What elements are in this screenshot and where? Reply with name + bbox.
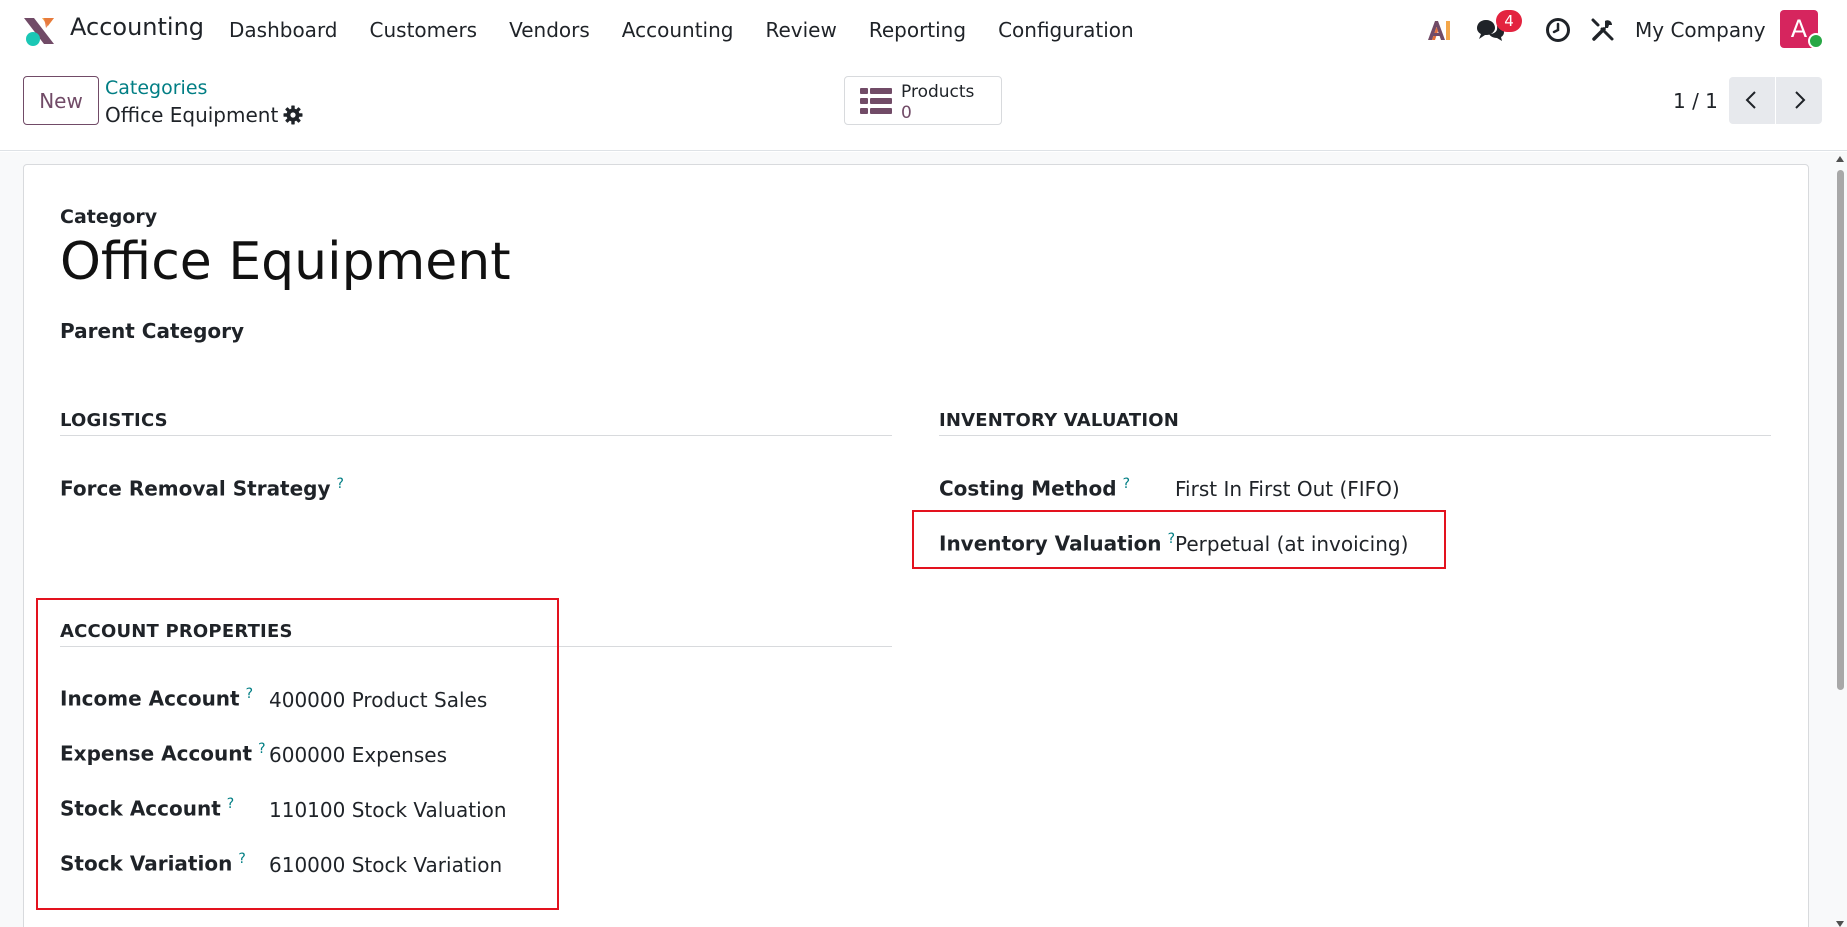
main-menu: Dashboard Customers Vendors Accounting R… xyxy=(229,18,1166,42)
menu-vendors[interactable]: Vendors xyxy=(509,18,590,42)
breadcrumb-current-record: Office Equipment xyxy=(105,103,279,127)
activity-clock-icon[interactable] xyxy=(1545,17,1571,43)
category-label: Category xyxy=(60,206,158,228)
breadcrumb-categories[interactable]: Categories xyxy=(105,77,207,99)
menu-reporting[interactable]: Reporting xyxy=(869,18,966,42)
pager-next-button[interactable] xyxy=(1776,77,1822,124)
menu-review[interactable]: Review xyxy=(765,18,836,42)
debug-tools-icon[interactable] xyxy=(1590,17,1616,43)
gear-icon[interactable] xyxy=(283,105,303,125)
app-name[interactable]: Accounting xyxy=(70,13,204,41)
force-removal-strategy-label: Force Removal Strategy? xyxy=(60,476,344,501)
inventory-valuation-divider xyxy=(939,435,1771,436)
pager-previous-button[interactable] xyxy=(1729,77,1775,124)
scroll-down-arrow[interactable] xyxy=(1836,921,1844,927)
costing-method-text: Costing Method xyxy=(939,476,1117,501)
company-switcher[interactable]: My Company xyxy=(1635,18,1766,42)
menu-dashboard[interactable]: Dashboard xyxy=(229,18,338,42)
scroll-thumb[interactable] xyxy=(1837,170,1844,690)
pager-value[interactable]: 1 / 1 xyxy=(1673,89,1718,113)
menu-accounting[interactable]: Accounting xyxy=(622,18,734,42)
help-icon[interactable]: ? xyxy=(1123,476,1130,492)
products-smart-button[interactable]: Products 0 xyxy=(844,76,1002,125)
smart-button-count: 0 xyxy=(901,103,912,123)
messages-count-badge: 4 xyxy=(1496,10,1522,32)
category-name-field[interactable]: Office Equipment xyxy=(60,232,511,292)
logistics-divider xyxy=(60,435,892,436)
new-button[interactable]: New xyxy=(23,76,99,125)
chevron-right-icon xyxy=(1795,91,1806,109)
menu-configuration[interactable]: Configuration xyxy=(998,18,1134,42)
help-icon[interactable]: ? xyxy=(337,476,344,492)
force-removal-strategy-text: Force Removal Strategy xyxy=(60,476,331,501)
menu-customers[interactable]: Customers xyxy=(370,18,478,42)
chevron-left-icon xyxy=(1745,91,1756,109)
online-status-dot xyxy=(1808,33,1824,49)
smart-button-label: Products xyxy=(901,82,975,102)
list-icon xyxy=(860,88,892,114)
ai-icon[interactable] xyxy=(1426,18,1454,42)
accounting-app-icon[interactable] xyxy=(22,14,56,48)
costing-method-label: Costing Method? xyxy=(939,476,1130,501)
costing-method-field[interactable]: First In First Out (FIFO) xyxy=(1175,477,1400,501)
inventory-valuation-highlight-box xyxy=(912,510,1446,569)
scroll-up-arrow[interactable] xyxy=(1836,156,1844,162)
vertical-scrollbar[interactable] xyxy=(1835,156,1845,927)
logistics-section-title: LOGISTICS xyxy=(60,410,168,431)
top-navbar: Accounting Dashboard Customers Vendors A… xyxy=(0,0,1847,59)
control-panel: New Categories Office Equipment Products… xyxy=(0,59,1847,151)
inventory-valuation-section-title: INVENTORY VALUATION xyxy=(939,410,1180,431)
parent-category-label: Parent Category xyxy=(60,319,245,343)
account-properties-highlight-box xyxy=(36,598,559,910)
